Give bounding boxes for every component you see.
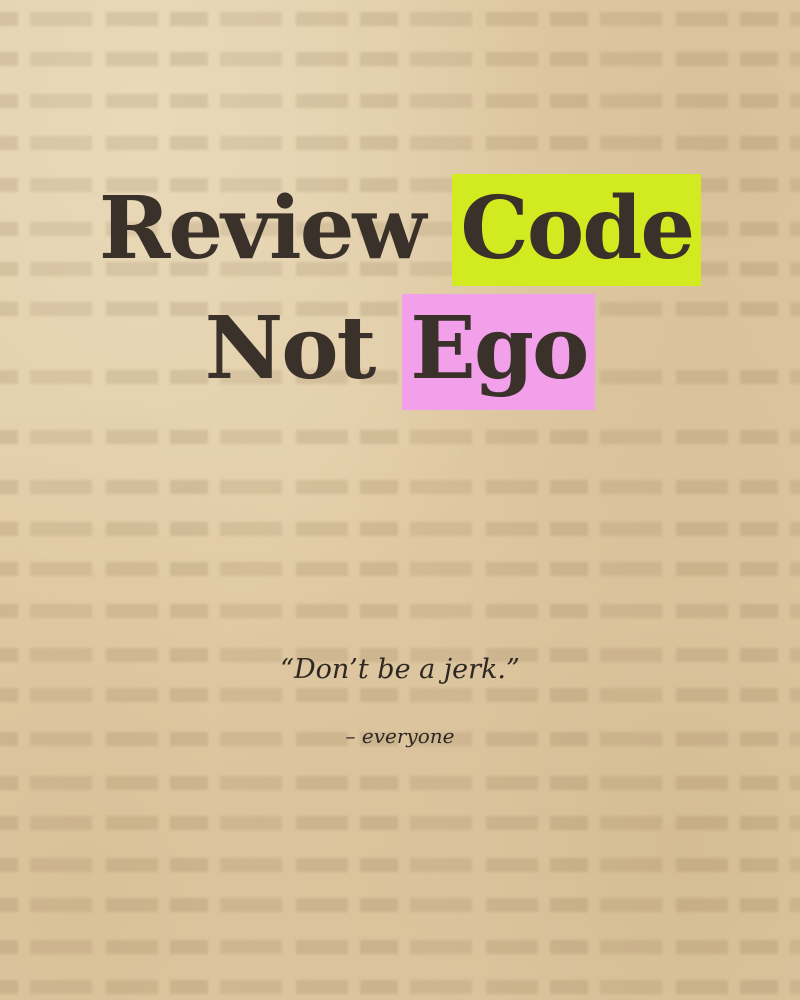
- highlight-code: Code: [452, 174, 702, 286]
- title-word-code: Code: [460, 178, 695, 279]
- background-text-lines: [0, 0, 800, 1000]
- title-word-review: Review: [98, 178, 427, 279]
- poster: Review Code Not Ego “Don’t be a jerk.” –…: [0, 0, 800, 1000]
- title-word-not: Not: [204, 298, 377, 399]
- quote-attribution: – everyone: [345, 724, 455, 748]
- title-line-2: Not Ego: [0, 294, 800, 410]
- title-word-ego: Ego: [410, 298, 589, 399]
- title-line-1: Review Code: [0, 174, 800, 286]
- highlight-ego: Ego: [402, 294, 596, 410]
- quote-text: “Don’t be a jerk.”: [280, 654, 520, 685]
